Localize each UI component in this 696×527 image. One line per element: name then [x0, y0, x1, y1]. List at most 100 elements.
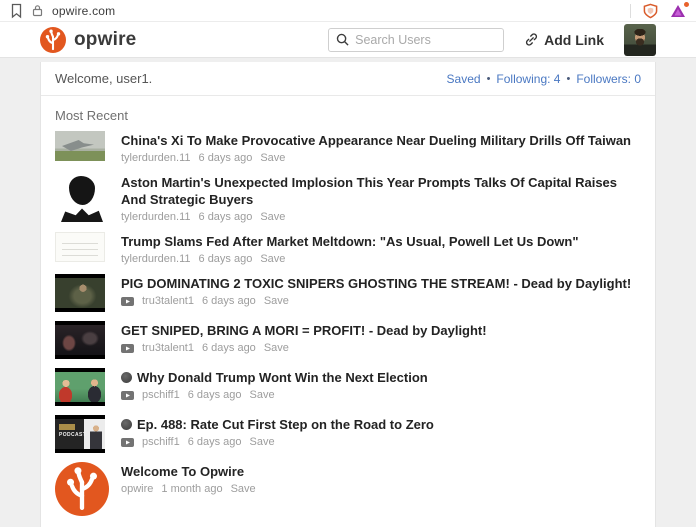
item-title-text: GET SNIPED, BRING A MORI = PROFIT! - Dea… — [121, 323, 487, 338]
item-meta: tylerdurden.11 6 days ago Save — [121, 253, 641, 265]
welcome-greeting: Welcome, user1. — [55, 71, 153, 86]
brand-home-link[interactable]: opwire — [40, 26, 137, 53]
item-author-link[interactable]: tylerdurden.11 — [121, 152, 191, 164]
thumbnail-cell: PODCAST — [55, 415, 111, 453]
item-save-button[interactable]: Save — [250, 389, 275, 401]
item-title-link[interactable]: Why Donald Trump Wont Win the Next Elect… — [121, 369, 641, 386]
brand-logo — [40, 26, 66, 53]
brand-name: opwire — [74, 28, 137, 50]
thumbnail-note[interactable] — [55, 232, 105, 262]
feed-item-body: Aston Martin's Unexpected Implosion This… — [121, 173, 641, 223]
item-timestamp: 6 days ago — [198, 152, 253, 164]
item-author-link[interactable]: tylerdurden.11 — [121, 211, 191, 223]
feed-item: GET SNIPED, BRING A MORI = PROFIT! - Dea… — [55, 321, 641, 359]
item-title-link[interactable]: Welcome To Opwire — [121, 463, 641, 480]
item-title-link[interactable]: Ep. 488: Rate Cut First Step on the Road… — [121, 416, 641, 433]
welcome-links: Saved • Following: 4 • Followers: 0 — [447, 72, 641, 86]
item-author-link[interactable]: tru3talent1 — [142, 342, 194, 354]
youtube-icon — [121, 390, 134, 400]
opwire-logo-icon — [55, 462, 109, 516]
item-meta: tylerdurden.11 6 days ago Save — [121, 211, 641, 223]
item-title-text: Why Donald Trump Wont Win the Next Elect… — [137, 370, 428, 385]
search-input[interactable] — [355, 32, 486, 47]
item-title-text: PIG DOMINATING 2 TOXIC SNIPERS GHOSTING … — [121, 276, 632, 291]
user-avatar[interactable] — [624, 23, 656, 56]
feed-item-body: Trump Slams Fed After Market Meltdown: "… — [121, 232, 641, 265]
item-title-link[interactable]: Aston Martin's Unexpected Implosion This… — [121, 174, 641, 208]
item-timestamp: 6 days ago — [198, 253, 253, 265]
thumbnail-jet[interactable] — [55, 131, 105, 161]
following-link[interactable]: Following: 4 — [496, 72, 560, 86]
item-author-link[interactable]: pschiff1 — [142, 436, 180, 448]
item-title-text: China's Xi To Make Provocative Appearanc… — [121, 133, 631, 148]
thumbnail-news[interactable] — [55, 368, 105, 406]
item-save-button[interactable]: Save — [250, 436, 275, 448]
item-title-text: Welcome To Opwire — [121, 464, 245, 479]
opwire-logo-icon — [40, 26, 66, 53]
thumbnail-cell — [55, 232, 111, 265]
item-title-link[interactable]: PIG DOMINATING 2 TOXIC SNIPERS GHOSTING … — [121, 275, 641, 292]
item-save-button[interactable]: Save — [264, 295, 289, 307]
thumbnail-sketch[interactable] — [55, 173, 109, 222]
item-save-button[interactable]: Save — [260, 253, 285, 265]
feed-item-body: Why Donald Trump Wont Win the Next Elect… — [121, 368, 641, 406]
youtube-icon — [121, 296, 134, 306]
item-timestamp: 6 days ago — [187, 389, 242, 401]
extension-icon[interactable] — [670, 0, 690, 18]
item-save-button[interactable]: Save — [264, 342, 289, 354]
item-author-link[interactable]: opwire — [121, 483, 153, 495]
item-meta: pschiff1 6 days ago Save — [121, 436, 641, 448]
item-timestamp: 6 days ago — [187, 436, 242, 448]
feed-item: PIG DOMINATING 2 TOXIC SNIPERS GHOSTING … — [55, 274, 641, 312]
item-timestamp: 1 month ago — [161, 483, 223, 495]
item-title-text: Aston Martin's Unexpected Implosion This… — [121, 175, 618, 207]
thumbnail-text: PODCAST — [59, 432, 87, 438]
item-save-button[interactable]: Save — [231, 483, 256, 495]
item-meta: opwire 1 month ago Save — [121, 483, 641, 495]
url-text: opwire.com — [52, 3, 116, 18]
feed-item: PODCAST Ep. 488: Rate Cut First Step on … — [55, 415, 641, 453]
address-bar-left: opwire.com — [10, 3, 630, 19]
thumbnail-cell — [55, 368, 111, 406]
bookmark-icon[interactable] — [10, 3, 23, 19]
thumbnail-dbd-green[interactable] — [55, 274, 105, 312]
item-meta: tylerdurden.11 6 days ago Save — [121, 152, 641, 164]
extension-badge — [683, 0, 690, 8]
item-author-link[interactable]: tru3talent1 — [142, 295, 194, 307]
thumbnail-dbd-red[interactable] — [55, 321, 105, 359]
item-save-button[interactable]: Save — [260, 152, 285, 164]
section-title: Most Recent — [55, 108, 128, 123]
saved-link[interactable]: Saved — [447, 72, 481, 86]
add-link-button[interactable]: Add Link — [524, 32, 604, 48]
link-icon — [526, 33, 538, 46]
item-title-link[interactable]: China's Xi To Make Provocative Appearanc… — [121, 132, 641, 149]
search-icon — [336, 33, 349, 46]
shield-icon[interactable] — [643, 3, 658, 19]
thumbnail-cell — [55, 131, 111, 164]
feed-item-body: PIG DOMINATING 2 TOXIC SNIPERS GHOSTING … — [121, 274, 641, 312]
item-save-button[interactable]: Save — [260, 211, 285, 223]
site-header: opwire Add Link — [0, 22, 696, 58]
welcome-row: Welcome, user1. Saved • Following: 4 • F… — [41, 62, 655, 96]
feed-item: Welcome To Opwire opwire 1 month ago Sav… — [55, 462, 641, 516]
thumbnail-podcast[interactable]: PODCAST — [55, 415, 105, 453]
thumbnail-cell — [55, 173, 111, 223]
thumbnail-logo[interactable] — [55, 462, 109, 516]
item-timestamp: 6 days ago — [198, 211, 253, 223]
thumbnail-cell — [55, 321, 111, 359]
item-timestamp: 6 days ago — [201, 342, 256, 354]
search-box[interactable] — [328, 27, 505, 52]
item-meta: tru3talent1 6 days ago Save — [121, 295, 641, 307]
chrome-divider — [630, 3, 631, 18]
browser-address-bar[interactable]: opwire.com — [0, 0, 696, 22]
content-card: Welcome, user1. Saved • Following: 4 • F… — [40, 62, 656, 527]
feed-item: Why Donald Trump Wont Win the Next Elect… — [55, 368, 641, 406]
followers-link[interactable]: Followers: 0 — [576, 72, 641, 86]
youtube-icon — [121, 343, 134, 353]
feed-item-body: Ep. 488: Rate Cut First Step on the Road… — [121, 415, 641, 453]
item-title-link[interactable]: GET SNIPED, BRING A MORI = PROFIT! - Dea… — [121, 322, 641, 339]
item-title-link[interactable]: Trump Slams Fed After Market Meltdown: "… — [121, 233, 641, 250]
bullet-separator: • — [566, 72, 571, 85]
item-author-link[interactable]: pschiff1 — [142, 389, 180, 401]
item-author-link[interactable]: tylerdurden.11 — [121, 253, 191, 265]
